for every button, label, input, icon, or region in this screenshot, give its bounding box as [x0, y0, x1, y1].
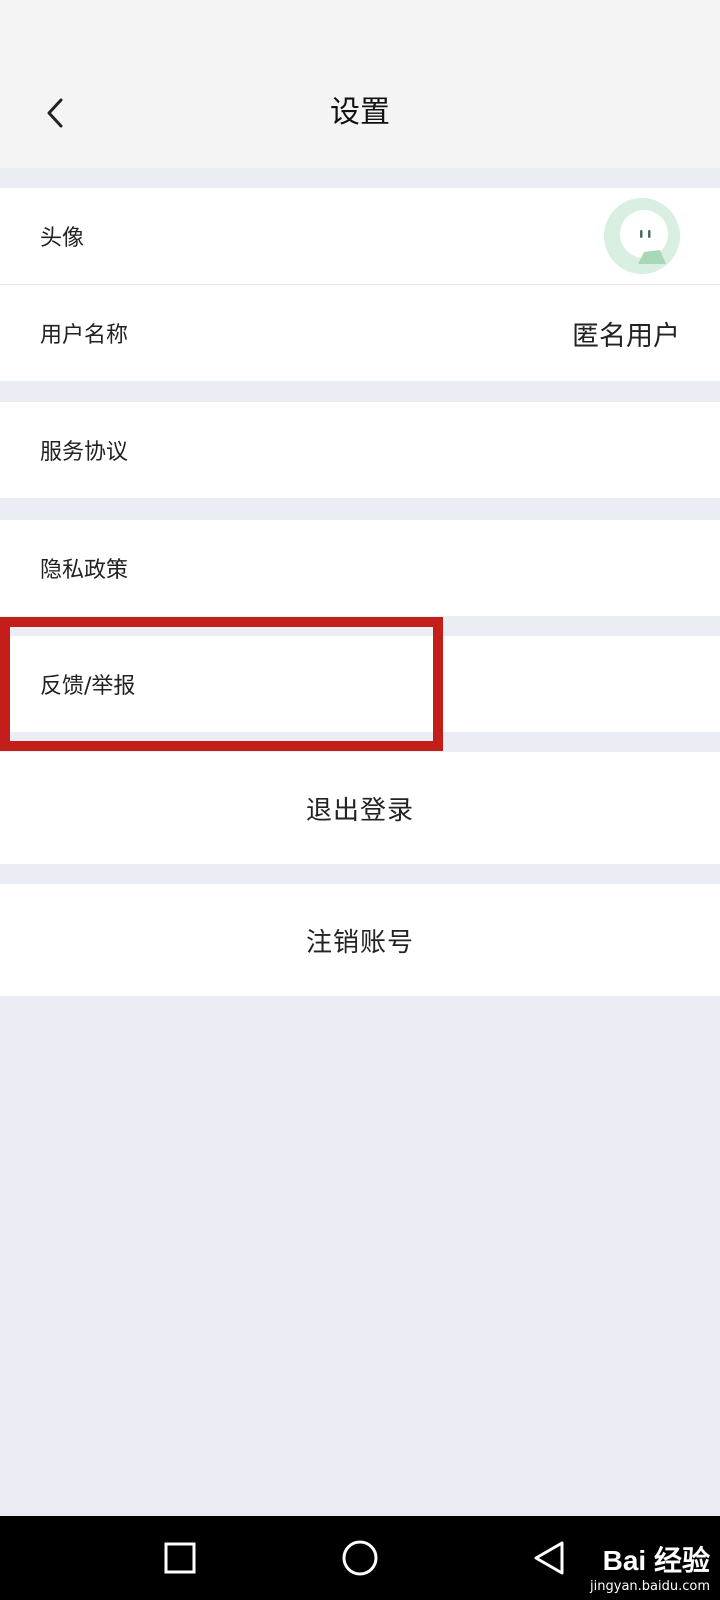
circle-icon: [342, 1540, 378, 1576]
privacy-policy-label: 隐私政策: [40, 558, 129, 583]
square-icon: [164, 1542, 196, 1574]
username-row[interactable]: 用户名称 匿名用户: [0, 285, 720, 381]
service-agreement-item[interactable]: 服务协议: [0, 402, 720, 498]
delete-account-button[interactable]: 注销账号: [0, 884, 720, 996]
triangle-back-icon: [534, 1541, 564, 1575]
home-button[interactable]: [334, 1532, 386, 1584]
avatar-row[interactable]: 头像: [0, 188, 720, 284]
service-agreement-label: 服务协议: [40, 440, 129, 465]
logout-button[interactable]: 退出登录: [0, 752, 720, 864]
navigation-bar: Bai 经验 jingyan.baidu.com: [0, 1516, 720, 1600]
page-title: 设置: [330, 95, 390, 130]
watermark-url: jingyan.baidu.com: [590, 1579, 710, 1594]
watermark-logo: Bai 经验: [602, 1545, 710, 1576]
header: 设置: [0, 48, 720, 168]
status-bar: [0, 0, 720, 48]
nav-back-button[interactable]: [524, 1532, 576, 1584]
feedback-report-item[interactable]: 反馈/举报: [0, 636, 720, 732]
logout-label: 退出登录: [305, 795, 414, 826]
recent-apps-button[interactable]: [154, 1532, 206, 1584]
avatar-label: 头像: [40, 226, 85, 251]
feedback-report-label: 反馈/举报: [40, 674, 136, 699]
avatar-icon[interactable]: [604, 198, 680, 274]
back-button[interactable]: [30, 88, 80, 138]
privacy-policy-item[interactable]: 隐私政策: [0, 520, 720, 616]
delete-account-label: 注销账号: [305, 927, 414, 958]
watermark: Bai 经验 jingyan.baidu.com: [590, 1539, 710, 1594]
chevron-left-icon: [47, 98, 63, 128]
username-value: 匿名用户: [572, 320, 680, 352]
username-label: 用户名称: [40, 323, 129, 348]
